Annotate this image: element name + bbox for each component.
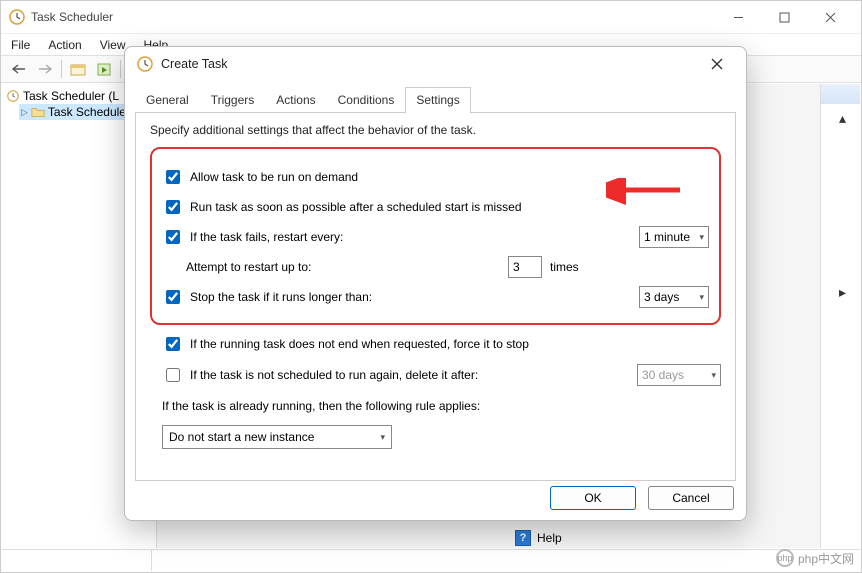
clock-icon (137, 56, 153, 72)
forward-button[interactable] (33, 58, 57, 80)
attempts-value: 3 (513, 260, 520, 274)
restart-interval-select[interactable]: 1 minute ▾ (639, 226, 709, 248)
maximize-button[interactable] (761, 1, 807, 33)
stop-longer-label: Stop the task if it runs longer than: (190, 290, 639, 304)
statusbar (2, 549, 860, 571)
parent-titlebar: Task Scheduler (1, 1, 861, 33)
run-icon[interactable] (92, 58, 116, 80)
chevron-down-icon: ▾ (699, 292, 704, 303)
rule-value: Do not start a new instance (169, 430, 314, 444)
restart-label: If the task fails, restart every: (190, 230, 639, 244)
dialog-close-button[interactable] (700, 49, 734, 79)
tree-root-label: Task Scheduler (L (23, 89, 119, 103)
run-asap-label: Run task as soon as possible after a sch… (190, 200, 709, 214)
cancel-button[interactable]: Cancel (648, 486, 734, 510)
toolbar-separator (61, 60, 62, 78)
stop-longer-value: 3 days (644, 290, 679, 304)
actions-pane-header (821, 84, 860, 104)
attempts-input[interactable]: 3 (508, 256, 542, 278)
statusbar-section (2, 550, 152, 571)
dialog-tabs: General Triggers Actions Conditions Sett… (135, 87, 736, 113)
tab-actions[interactable]: Actions (265, 87, 326, 113)
window-controls (715, 1, 853, 33)
back-button[interactable] (7, 58, 31, 80)
attempts-label: Attempt to restart up to: (186, 260, 508, 274)
watermark-text: php中文网 (798, 550, 854, 567)
expand-caret-icon[interactable]: ▸ (839, 284, 846, 301)
force-stop-checkbox[interactable] (166, 337, 180, 351)
tab-conditions[interactable]: Conditions (327, 87, 406, 113)
settings-panel: Specify additional settings that affect … (135, 113, 736, 481)
create-task-icon[interactable] (66, 58, 90, 80)
php-logo-icon: php (776, 549, 794, 567)
delete-after-checkbox[interactable] (166, 368, 180, 382)
restart-checkbox[interactable] (166, 230, 180, 244)
chevron-right-icon: ▷ (21, 107, 28, 118)
dialog-titlebar: Create Task (125, 47, 746, 81)
menu-file[interactable]: File (11, 38, 30, 52)
rule-select[interactable]: Do not start a new instance ▾ (162, 425, 392, 449)
clock-icon (9, 9, 25, 25)
allow-on-demand-label: Allow task to be run on demand (190, 170, 709, 184)
stop-longer-select[interactable]: 3 days ▾ (639, 286, 709, 308)
run-asap-checkbox[interactable] (166, 200, 180, 214)
dialog-buttons: OK Cancel (550, 486, 734, 510)
highlighted-settings-group: Allow task to be run on demand Run task … (150, 147, 721, 325)
collapse-caret-icon[interactable]: ▴ (839, 110, 846, 127)
chevron-down-icon: ▾ (699, 232, 704, 243)
close-button[interactable] (807, 1, 853, 33)
folder-icon (31, 105, 45, 119)
allow-on-demand-checkbox[interactable] (166, 170, 180, 184)
cancel-label: Cancel (672, 491, 709, 505)
chevron-down-icon: ▾ (711, 370, 716, 381)
parent-title: Task Scheduler (31, 10, 715, 24)
tab-general[interactable]: General (135, 87, 200, 113)
tab-settings[interactable]: Settings (405, 87, 470, 113)
create-task-dialog: Create Task General Triggers Actions Con… (124, 46, 747, 521)
clock-icon (6, 89, 20, 103)
delete-after-select: 30 days ▾ (637, 364, 721, 386)
dialog-title: Create Task (161, 57, 700, 71)
settings-instruction: Specify additional settings that affect … (150, 123, 721, 137)
toolbar-separator (120, 60, 121, 78)
minimize-button[interactable] (715, 1, 761, 33)
tree-child-label: Task Schedule (48, 105, 126, 119)
delete-after-label: If the task is not scheduled to run agai… (190, 368, 637, 382)
tab-triggers[interactable]: Triggers (200, 87, 266, 113)
watermark: php php中文网 (776, 549, 854, 567)
help-box-icon: ? (515, 530, 531, 546)
force-stop-label: If the running task does not end when re… (190, 337, 721, 351)
stop-longer-checkbox[interactable] (166, 290, 180, 304)
help-label[interactable]: Help (537, 531, 562, 545)
rule-label: If the task is already running, then the… (162, 399, 721, 413)
help-footer: ? Help (511, 526, 566, 550)
attempts-suffix: times (550, 260, 579, 274)
ok-button[interactable]: OK (550, 486, 636, 510)
chevron-down-icon: ▾ (380, 432, 385, 443)
menu-view[interactable]: View (100, 38, 126, 52)
actions-pane: ▴ ▸ (820, 84, 860, 548)
delete-after-value: 30 days (642, 368, 684, 382)
ok-label: OK (584, 491, 601, 505)
additional-settings: If the running task does not end when re… (150, 332, 721, 449)
restart-interval-value: 1 minute (644, 230, 690, 244)
menu-action[interactable]: Action (48, 38, 81, 52)
